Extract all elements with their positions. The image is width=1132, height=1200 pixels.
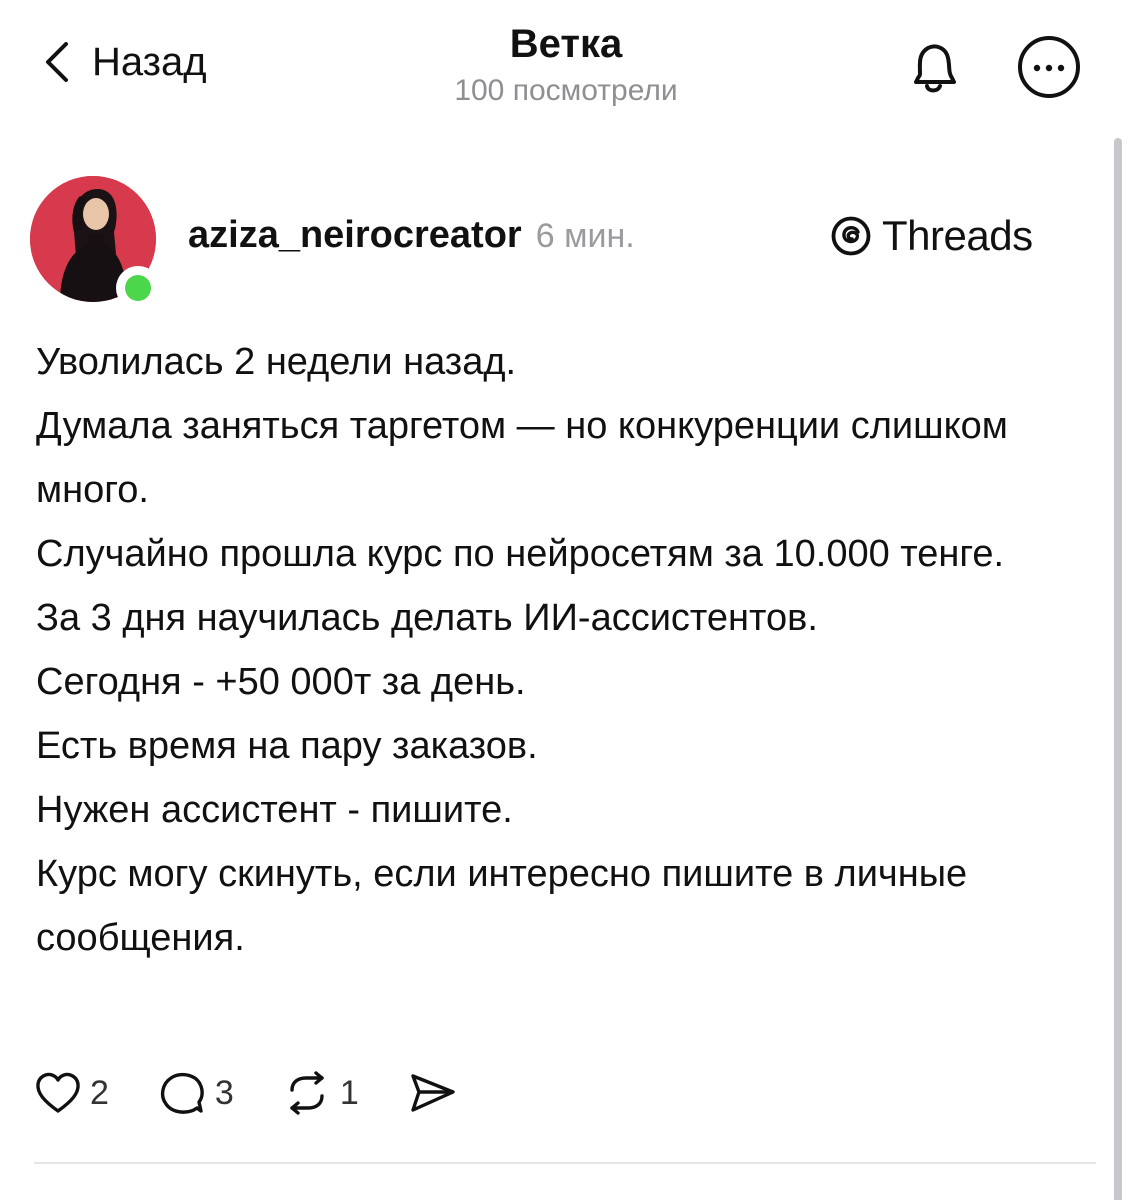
username[interactable]: aziza_neirocreator xyxy=(188,214,522,257)
post-actions: 2 3 1 xyxy=(34,1070,507,1116)
thread-page: Назад Ветка 100 посмотрели aziza_neirocr… xyxy=(0,0,1132,1200)
post-line: За 3 дня научилась делать ИИ-ассистентов… xyxy=(36,597,818,639)
post-line: Курс могу скинуть, если интересно пишите… xyxy=(36,853,968,959)
like-count: 2 xyxy=(90,1073,109,1112)
bell-icon[interactable] xyxy=(898,32,968,102)
more-icon[interactable] xyxy=(1016,34,1082,100)
comment-button[interactable]: 3 xyxy=(157,1070,234,1116)
author-line: aziza_neirocreator 6 мин. xyxy=(188,214,635,257)
threads-logo-icon xyxy=(831,216,871,256)
repost-icon xyxy=(290,1071,324,1115)
threads-label: Threads xyxy=(882,212,1033,259)
top-bar: Назад Ветка 100 посмотрели xyxy=(0,0,1132,130)
threads-brand-link[interactable]: Threads xyxy=(830,212,1033,260)
post-line: Случайно прошла курс по нейросетям за 10… xyxy=(36,533,1005,575)
heart-icon xyxy=(36,1072,80,1113)
repost-button[interactable]: 1 xyxy=(282,1070,359,1116)
share-icon xyxy=(411,1074,455,1112)
repost-count: 1 xyxy=(339,1073,359,1112)
divider xyxy=(34,1162,1096,1164)
like-button[interactable]: 2 xyxy=(34,1071,109,1115)
comment-icon xyxy=(160,1072,204,1114)
post-line: Нужен ассистент - пишите. xyxy=(36,789,513,831)
post-line: Сегодня - +50 000т за день. xyxy=(36,661,526,703)
online-status-dot xyxy=(116,266,160,310)
post-time: 6 мин. xyxy=(535,217,635,255)
post-line: Уволилась 2 недели назад. xyxy=(36,341,517,383)
post-line: Думала заняться таргетом — но конкуренци… xyxy=(36,405,1008,511)
post-text: Уволилась 2 недели назад. Думала занятьс… xyxy=(36,330,1096,970)
share-button[interactable] xyxy=(407,1070,459,1116)
comment-count: 3 xyxy=(214,1073,234,1112)
scroll-indicator[interactable] xyxy=(1114,138,1122,1200)
post-line: Есть время на пару заказов. xyxy=(36,725,538,767)
